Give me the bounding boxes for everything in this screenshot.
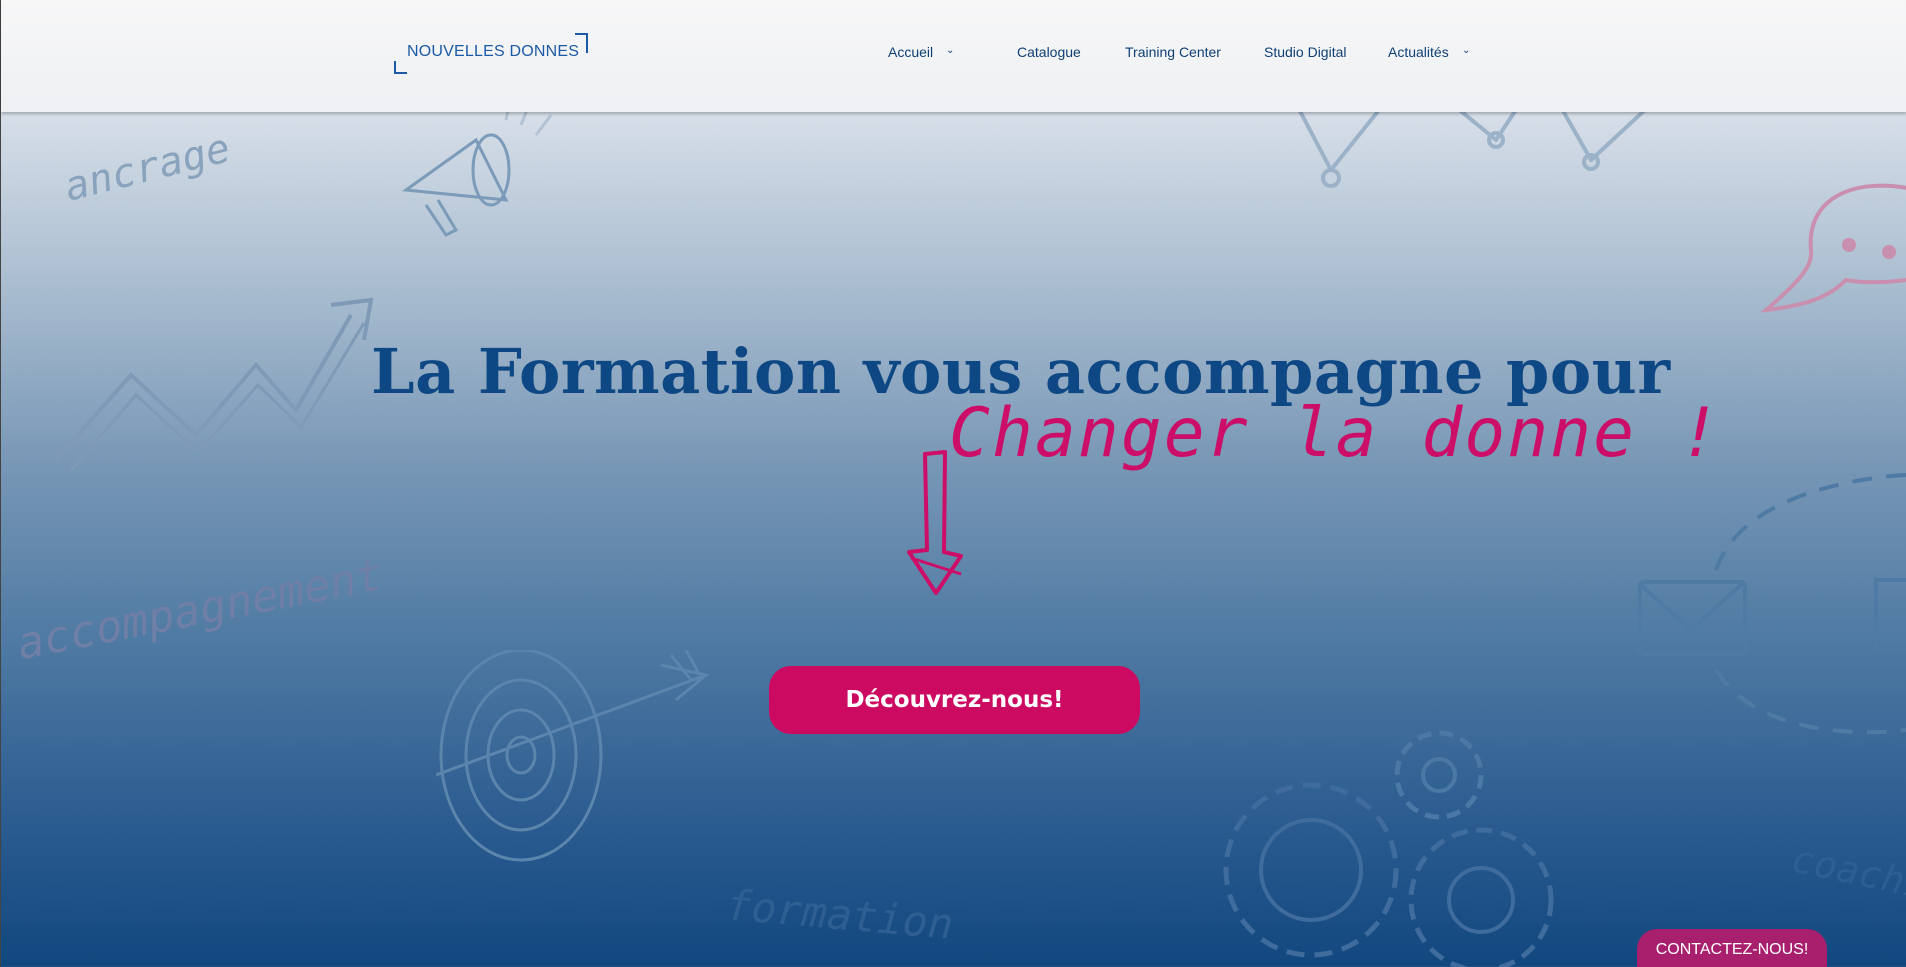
nav-label: Studio Digital [1264,44,1347,60]
logo[interactable]: NOUVELLES DONNES [394,33,588,74]
contact-button[interactable]: CONTACTEZ-NOUS! [1637,929,1827,967]
background-word-formation: formation [724,880,956,949]
chevron-down-icon: ⌄ [946,45,955,56]
background-word-accompagnement: accompagnement [13,549,387,671]
envelope-icon [1638,473,1906,735]
nav-item-training-center[interactable]: Training Center [1125,44,1221,60]
chat-bubble-icon [1761,183,1906,313]
trend-arrow-icon [54,297,374,471]
hero-subtitle: Changer la donne ! [949,394,1722,473]
nav-label: Accueil [888,44,934,60]
down-arrow-icon [907,450,963,595]
gears-icon [1223,730,1554,967]
chevron-down-icon: ⌄ [1462,45,1471,56]
nav-label: Training Center [1125,44,1221,60]
target-icon [436,650,710,862]
site-header: NOUVELLES DONNES Accueil ⌄ Catalogue Tra… [1,0,1906,112]
nav-item-actualites[interactable]: Actualités ⌄ [1388,44,1470,60]
nav-item-catalogue[interactable]: Catalogue [1017,44,1081,60]
nav-item-accueil[interactable]: Accueil ⌄ [888,44,954,60]
logo-corner [394,61,407,74]
discover-button[interactable]: Découvrez-nous! [769,666,1140,734]
nav-label: Catalogue [1017,44,1081,60]
background-word-ancrage: ancrage [59,125,235,211]
nav-label: Actualités [1388,44,1449,60]
logo-text: NOUVELLES DONNES [407,43,580,60]
background-word-coaching: coachi [1787,836,1906,908]
nav-item-studio-digital[interactable]: Studio Digital [1264,44,1347,60]
